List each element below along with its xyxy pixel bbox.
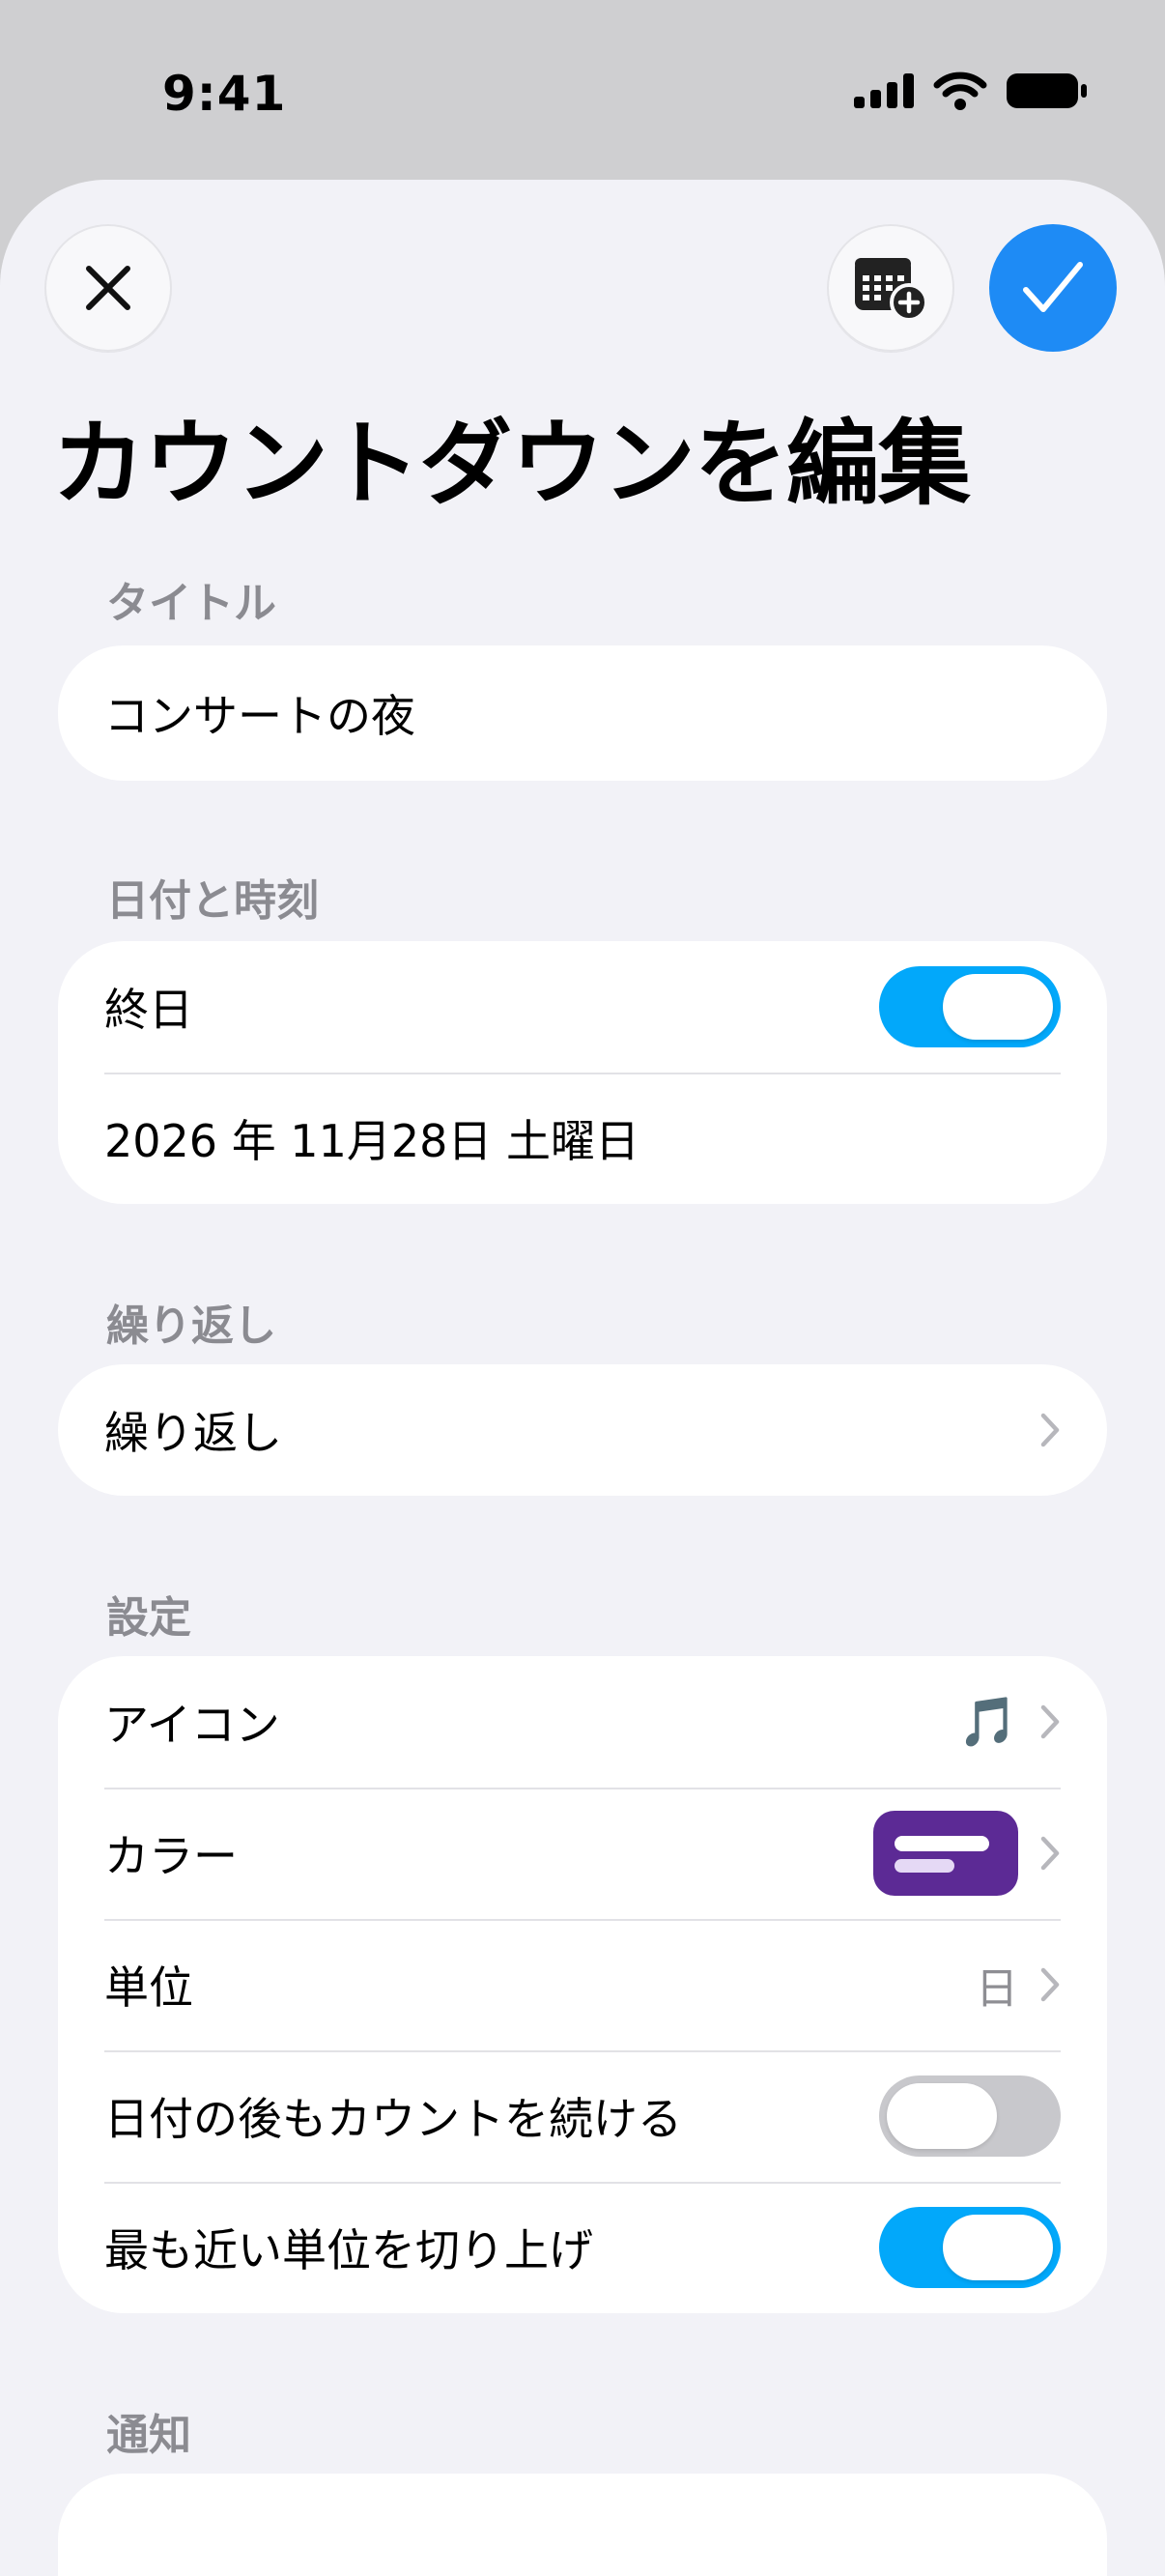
all-day-row: 終日 <box>58 941 1107 1073</box>
chevron-right-icon <box>1040 1704 1060 1739</box>
round-up-toggle[interactable] <box>879 2207 1061 2288</box>
section-header-title: タイトル <box>106 579 276 628</box>
add-to-calendar-button[interactable] <box>827 224 954 352</box>
status-time: 9:41 <box>162 66 287 122</box>
color-swatch <box>873 1811 1018 1896</box>
continue-after-date-toggle[interactable] <box>879 2075 1061 2157</box>
datetime-card: 終日 2026 年 11月28日 土曜日 <box>58 941 1107 1204</box>
icon-row[interactable]: アイコン 🎵 <box>58 1656 1107 1788</box>
unit-label: 単位 <box>104 1961 193 2014</box>
repeat-label: 繰り返し <box>104 1407 282 1459</box>
checkmark-icon <box>1023 262 1083 312</box>
unit-row[interactable]: 単位 日 <box>58 1919 1107 2050</box>
close-icon <box>86 266 130 310</box>
edit-countdown-sheet: カウントダウンを編集 タイトル コンサートの夜 日付と時刻 終日 2026 年 … <box>0 180 1165 2576</box>
all-day-toggle[interactable] <box>879 966 1061 1047</box>
chevron-right-icon <box>1040 1967 1060 2002</box>
chevron-right-icon <box>1040 1413 1060 1447</box>
close-button[interactable] <box>44 224 172 352</box>
continue-after-date-label: 日付の後もカウントを続ける <box>104 2093 682 2145</box>
color-label: カラー <box>104 1830 238 1882</box>
color-row[interactable]: カラー <box>58 1788 1107 1919</box>
cellular-signal-icon <box>854 73 914 108</box>
round-up-label: 最も近い単位を切り上げ <box>104 2224 593 2276</box>
section-header-notifications: 通知 <box>106 2411 191 2460</box>
section-header-datetime: 日付と時刻 <box>106 876 319 926</box>
all-day-label: 終日 <box>104 984 193 1036</box>
date-value: 2026 年 11月28日 土曜日 <box>104 1115 639 1167</box>
round-up-row: 最も近い単位を切り上げ <box>58 2182 1107 2313</box>
repeat-row[interactable]: 繰り返し <box>58 1364 1107 1496</box>
chevron-right-icon <box>1040 1836 1060 1871</box>
calendar-add-icon <box>855 258 928 322</box>
battery-icon <box>1007 73 1087 108</box>
title-input-value: コンサートの夜 <box>104 690 415 742</box>
page-title: カウントダウンを編集 <box>52 410 971 518</box>
notifications-card <box>58 2474 1107 2576</box>
title-input[interactable]: コンサートの夜 <box>58 645 1107 781</box>
repeat-card: 繰り返し <box>58 1364 1107 1496</box>
settings-card: アイコン 🎵 カラー 単位 日 日付の後もカウントを続ける 最も近い単位を切り上… <box>58 1656 1107 2313</box>
title-card: コンサートの夜 <box>58 645 1107 781</box>
date-row[interactable]: 2026 年 11月28日 土曜日 <box>58 1073 1107 1204</box>
continue-after-date-row: 日付の後もカウントを続ける <box>58 2050 1107 2182</box>
music-note-icon: 🎵 <box>957 1693 1018 1750</box>
section-header-settings: 設定 <box>106 1593 191 1643</box>
unit-value: 日 <box>976 1964 1018 2014</box>
icon-label: アイコン <box>104 1699 280 1751</box>
save-button[interactable] <box>989 224 1117 352</box>
section-header-repeat: 繰り返し <box>106 1302 276 1351</box>
status-bar: 9:41 <box>0 0 1165 184</box>
wifi-icon <box>933 72 987 110</box>
